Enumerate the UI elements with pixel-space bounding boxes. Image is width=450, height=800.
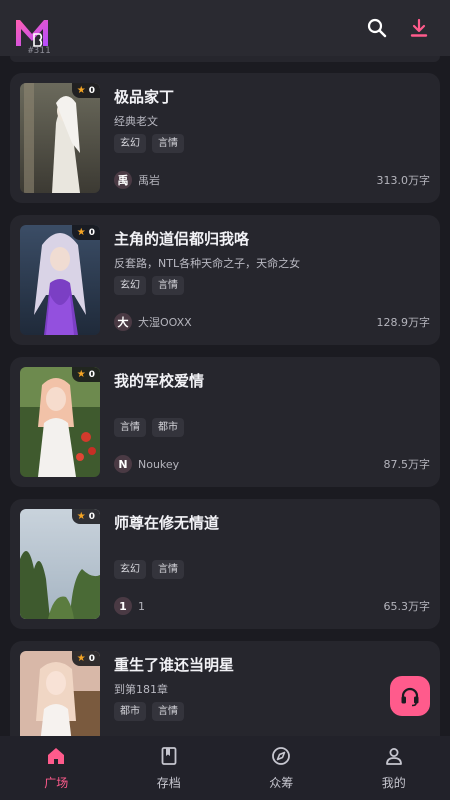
genre-tag[interactable]: 都市 [152, 418, 184, 437]
nav-label: 广场 [44, 775, 69, 790]
book-card[interactable]: ★ 0 重生了谁还当明星 到第181章 都市 言情 [10, 641, 440, 736]
book-description [114, 397, 430, 412]
book-description: 到第181章 [114, 683, 168, 696]
book-cover[interactable]: ★ 0 [20, 651, 100, 736]
rating-badge: ★ 0 [71, 83, 100, 98]
app-logo-icon [16, 20, 48, 47]
book-card[interactable]: ★ 0 我的军校爱情 言情 都市 N Noukey 87.5万字 [10, 357, 440, 487]
author-name[interactable]: 大湿OOXX [138, 314, 192, 330]
book-cover[interactable]: ★ 0 [20, 83, 100, 193]
nav-label: 我的 [381, 775, 406, 790]
nav-label: 存档 [156, 775, 181, 790]
star-icon: ★ [76, 511, 86, 522]
author-name[interactable]: Noukey [138, 458, 179, 471]
genre-tag[interactable]: 言情 [152, 560, 184, 579]
book-description [114, 539, 430, 554]
cover-image [20, 367, 100, 477]
search-icon [367, 18, 387, 38]
word-count: 313.0万字 [376, 174, 431, 187]
nav-label: 众筹 [269, 775, 294, 790]
star-icon: ★ [76, 227, 86, 238]
book-card[interactable]: ★ 0 极品家丁 经典老文 玄幻 言情 禹 禹岩 313.0万字 [10, 73, 440, 203]
cover-image [20, 83, 100, 193]
book-title[interactable]: 主角的道侣都归我咯 [114, 228, 430, 249]
genre-tag[interactable]: 言情 [152, 134, 184, 153]
book-title[interactable]: 师尊在修无情道 [114, 512, 430, 533]
book-description: 经典老文 [114, 115, 158, 128]
genre-tag[interactable]: 言情 [114, 418, 146, 437]
download-button[interactable] [408, 17, 430, 39]
nav-archive[interactable]: 存档 [113, 736, 226, 800]
genre-tag[interactable]: 玄幻 [114, 276, 146, 295]
top-bar: #311 [0, 0, 450, 56]
word-count: 87.5万字 [383, 458, 431, 471]
star-icon: ★ [76, 369, 86, 380]
book-card[interactable]: ★ 0 主角的道侣都归我咯 反套路，NTL各种天命之子，天命之女 玄幻 言情 大 … [10, 215, 440, 345]
word-count: 128.9万字 [376, 316, 431, 329]
genre-tag[interactable]: 玄幻 [114, 560, 146, 579]
nav-crowdfund[interactable]: 众筹 [225, 736, 338, 800]
search-button[interactable] [366, 17, 388, 39]
book-icon [161, 746, 177, 765]
star-icon: ★ [76, 653, 86, 664]
headset-icon [401, 687, 419, 707]
book-title[interactable]: 我的军校爱情 [114, 370, 430, 391]
word-count: 65.3万字 [383, 600, 431, 613]
genre-tag[interactable]: 言情 [152, 702, 184, 721]
rating-badge: ★ 0 [71, 651, 100, 666]
book-title[interactable]: 重生了谁还当明星 [114, 654, 430, 675]
author-avatar[interactable]: 大 [114, 313, 132, 331]
logo-caption: #311 [28, 46, 51, 56]
author-name[interactable]: 禹岩 [138, 172, 160, 188]
book-card[interactable]: ★ 0 师尊在修无情道 玄幻 言情 1 1 65.3万字 [10, 499, 440, 629]
nav-profile[interactable]: 我的 [338, 736, 450, 800]
author-avatar[interactable]: 禹 [114, 171, 132, 189]
rating-badge: ★ 0 [71, 225, 100, 240]
genre-tag[interactable]: 玄幻 [114, 134, 146, 153]
support-button[interactable] [390, 676, 430, 716]
book-list[interactable]: ★ 0 极品家丁 经典老文 玄幻 言情 禹 禹岩 313.0万字 ★ 0 主角的… [0, 56, 450, 736]
book-cover[interactable]: ★ 0 [20, 225, 100, 335]
author-name[interactable]: 1 [138, 600, 145, 613]
compass-icon [272, 746, 291, 765]
genre-tag[interactable]: 都市 [114, 702, 146, 721]
bottom-navigation: 广场 存档 众筹 我的 [0, 736, 450, 800]
rating-badge: ★ 0 [71, 509, 100, 524]
rating-badge: ★ 0 [71, 367, 100, 382]
cover-image [20, 225, 100, 335]
previous-card-edge [10, 56, 440, 62]
home-icon [48, 747, 65, 764]
book-title[interactable]: 极品家丁 [114, 86, 430, 107]
cover-image [20, 509, 100, 619]
book-description: 反套路，NTL各种天命之子，天命之女 [114, 257, 301, 270]
author-avatar[interactable]: N [114, 455, 132, 473]
star-icon: ★ [76, 85, 86, 96]
genre-tag[interactable]: 言情 [152, 276, 184, 295]
book-cover[interactable]: ★ 0 [20, 367, 100, 477]
nav-plaza[interactable]: 广场 [0, 736, 113, 800]
user-icon [385, 747, 402, 765]
author-avatar[interactable]: 1 [114, 597, 132, 615]
book-cover[interactable]: ★ 0 [20, 509, 100, 619]
download-icon [410, 18, 428, 37]
app-logo[interactable]: #311 [14, 8, 54, 56]
